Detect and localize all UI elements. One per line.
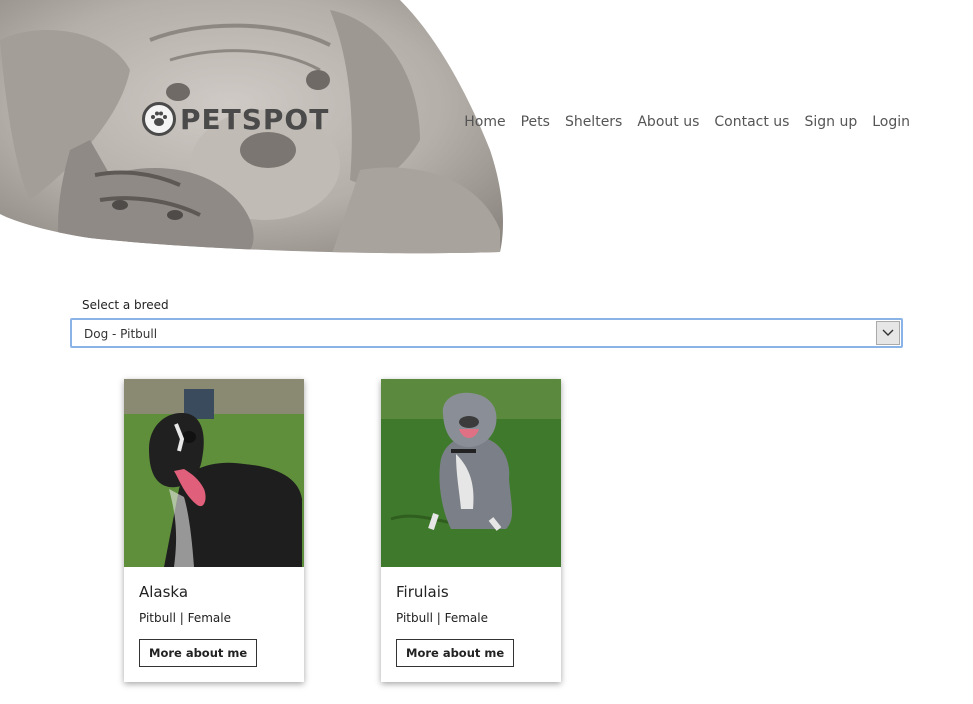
pet-details: Pitbull | Female — [396, 611, 488, 625]
breed-select-label: Select a breed — [82, 298, 169, 312]
pet-card: Alaska Pitbull | Female More about me — [124, 379, 304, 682]
chevron-down-icon[interactable] — [876, 321, 900, 345]
pet-card: Firulais Pitbull | Female More about me — [381, 379, 561, 682]
breed-select[interactable]: Dog - Pitbull — [70, 318, 903, 348]
nav-sign-up[interactable]: Sign up — [804, 114, 857, 130]
paw-icon — [142, 102, 176, 136]
pet-details: Pitbull | Female — [139, 611, 231, 625]
pet-name: Firulais — [396, 583, 449, 601]
nav-contact-us[interactable]: Contact us — [714, 114, 789, 130]
breed-select-value: Dog - Pitbull — [84, 327, 158, 341]
more-about-me-button[interactable]: More about me — [139, 639, 258, 667]
nav-shelters[interactable]: Shelters — [565, 114, 622, 130]
nav-about-us[interactable]: About us — [637, 114, 699, 130]
main-nav: Home Pets Shelters About us Contact us S… — [464, 114, 910, 130]
logo-text: PETSPOT — [180, 102, 330, 136]
pet-name: Alaska — [139, 583, 189, 601]
petspot-logo[interactable]: PETSPOT — [142, 100, 329, 138]
nav-home[interactable]: Home — [464, 114, 505, 130]
pet-photo — [381, 379, 561, 567]
nav-login[interactable]: Login — [872, 114, 910, 130]
nav-pets[interactable]: Pets — [521, 114, 550, 130]
more-about-me-button[interactable]: More about me — [396, 639, 515, 667]
pet-photo — [124, 379, 304, 567]
